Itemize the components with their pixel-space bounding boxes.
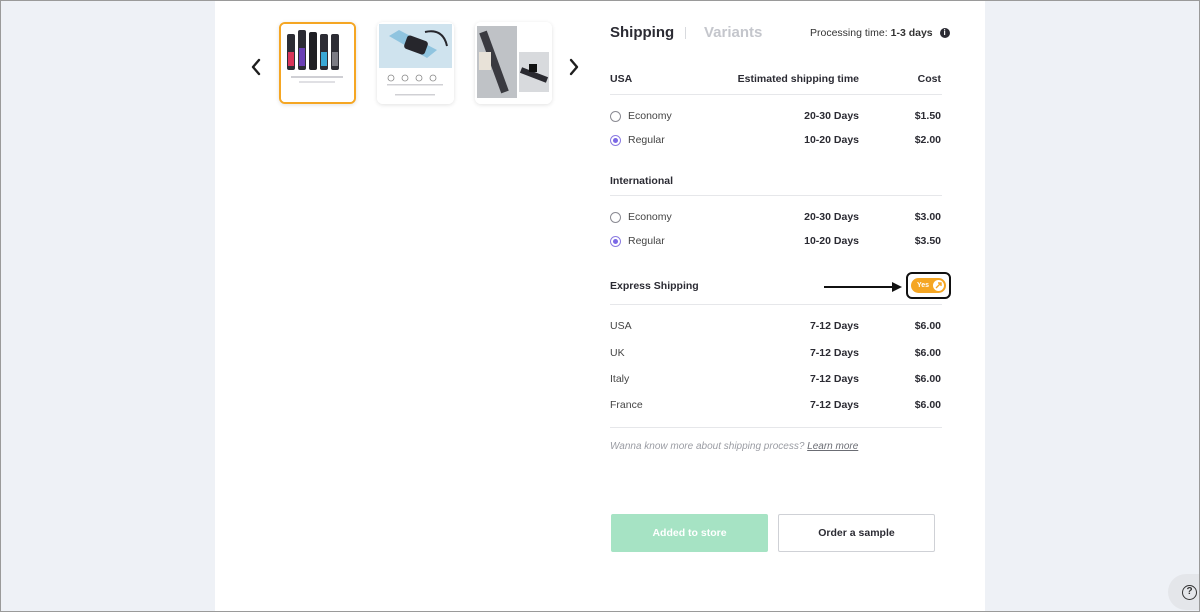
next-arrow-icon[interactable] [563, 54, 585, 80]
toggle-switch[interactable]: Yes [911, 278, 946, 293]
radio-button[interactable] [610, 235, 621, 247]
shipping-note: Wanna know more about shipping process? … [610, 441, 858, 452]
help-button[interactable]: ? [1168, 574, 1200, 610]
processing-label: Processing time: [810, 27, 888, 39]
header-shipping-time: Estimated shipping time [737, 73, 859, 85]
express-days-france: 7-12 Days [809, 399, 859, 411]
usa-regular-days: 10-20 Days [804, 134, 859, 146]
divider [610, 304, 942, 305]
express-days-usa: 7-12 Days [809, 320, 859, 332]
option-label: Regular [628, 235, 665, 247]
express-title: Express Shipping [610, 280, 699, 292]
thumbnail-1[interactable] [279, 22, 356, 104]
radio-button[interactable] [610, 110, 621, 122]
divider [610, 94, 942, 95]
option-label: Economy [628, 110, 672, 122]
express-days-uk: 7-12 Days [809, 347, 859, 359]
processing-value: 1-3 days [890, 27, 933, 39]
usa-regular-option[interactable]: Regular [610, 134, 665, 146]
intl-regular-cost: $3.50 [914, 235, 941, 247]
usa-economy-option[interactable]: Economy [610, 110, 672, 122]
help-icon: ? [1182, 584, 1197, 600]
radio-button[interactable] [610, 211, 621, 223]
express-country-usa: USA [610, 320, 632, 332]
option-label: Economy [628, 211, 672, 223]
tab-shipping[interactable]: Shipping [610, 24, 674, 41]
info-icon[interactable]: i [939, 28, 950, 38]
arrow-annotation-icon [824, 282, 902, 292]
express-cost-uk: $6.00 [914, 347, 941, 359]
tab-variants[interactable]: Variants [704, 24, 762, 41]
intl-regular-option[interactable]: Regular [610, 235, 665, 247]
option-label: Regular [628, 134, 665, 146]
usa-economy-cost: $1.50 [914, 110, 941, 122]
express-days-italy: 7-12 Days [809, 373, 859, 385]
international-title: International [610, 175, 674, 187]
note-text: Wanna know more about shipping process? [610, 441, 805, 452]
processing-time: Processing time: 1-3 days i [810, 27, 950, 39]
header-region: USA [610, 73, 633, 85]
radio-button[interactable] [610, 134, 621, 146]
usa-economy-days: 20-30 Days [804, 110, 859, 122]
rocket-icon [933, 280, 944, 291]
intl-economy-cost: $3.00 [914, 211, 941, 223]
express-country-france: France [610, 399, 643, 411]
usa-regular-cost: $2.00 [914, 134, 941, 146]
express-country-uk: UK [610, 347, 625, 359]
order-sample-button[interactable]: Order a sample [778, 514, 935, 552]
divider [610, 427, 942, 428]
express-cost-italy: $6.00 [914, 373, 941, 385]
thumbnail-2[interactable] [377, 22, 454, 104]
added-to-store-button[interactable]: Added to store [611, 514, 768, 552]
express-toggle[interactable]: Yes [906, 272, 951, 299]
learn-more-link[interactable]: Learn more [807, 441, 858, 452]
toggle-label: Yes [917, 282, 930, 289]
intl-economy-days: 20-30 Days [804, 211, 859, 223]
express-cost-france: $6.00 [914, 399, 941, 411]
intl-economy-option[interactable]: Economy [610, 211, 672, 223]
tab-divider [685, 27, 686, 39]
express-country-italy: Italy [610, 373, 630, 385]
header-cost: Cost [917, 73, 941, 85]
thumbnail-3[interactable] [475, 22, 552, 104]
intl-regular-days: 10-20 Days [804, 235, 859, 247]
divider [610, 195, 942, 196]
express-cost-usa: $6.00 [914, 320, 941, 332]
prev-arrow-icon[interactable] [245, 54, 267, 80]
